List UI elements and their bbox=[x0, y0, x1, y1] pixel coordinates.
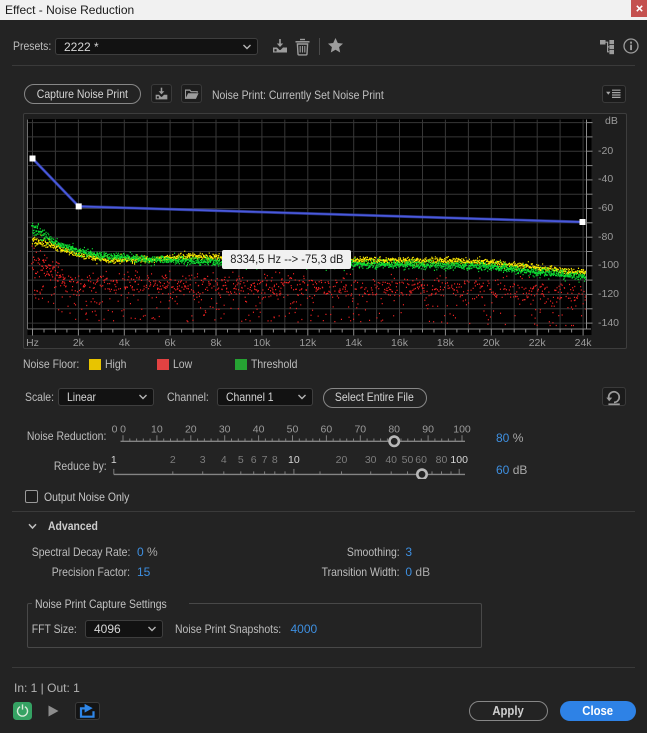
svg-text:40: 40 bbox=[385, 454, 397, 466]
svg-text:80: 80 bbox=[388, 424, 400, 436]
svg-text:3: 3 bbox=[200, 454, 206, 466]
svg-text:20: 20 bbox=[336, 454, 348, 466]
svg-text:60: 60 bbox=[321, 424, 333, 436]
svg-text:0: 0 bbox=[120, 424, 126, 436]
svg-text:8: 8 bbox=[272, 454, 278, 466]
svg-text:10: 10 bbox=[288, 454, 300, 466]
svg-text:40: 40 bbox=[253, 424, 265, 436]
svg-text:90: 90 bbox=[422, 424, 434, 436]
svg-text:20: 20 bbox=[185, 424, 197, 436]
svg-text:5: 5 bbox=[238, 454, 244, 466]
svg-text:6: 6 bbox=[251, 454, 257, 466]
svg-text:60: 60 bbox=[415, 454, 427, 466]
svg-text:4: 4 bbox=[221, 454, 227, 466]
svg-text:30: 30 bbox=[219, 424, 231, 436]
svg-text:10: 10 bbox=[151, 424, 163, 436]
svg-text:100: 100 bbox=[453, 424, 471, 436]
svg-text:0: 0 bbox=[112, 424, 118, 436]
svg-text:50: 50 bbox=[402, 454, 414, 466]
svg-text:2: 2 bbox=[170, 454, 176, 466]
svg-text:100: 100 bbox=[450, 454, 468, 466]
svg-text:7: 7 bbox=[262, 454, 268, 466]
svg-text:70: 70 bbox=[354, 424, 366, 436]
svg-text:80: 80 bbox=[436, 454, 448, 466]
svg-text:1: 1 bbox=[111, 454, 117, 466]
svg-text:50: 50 bbox=[287, 424, 299, 436]
svg-text:30: 30 bbox=[365, 454, 377, 466]
